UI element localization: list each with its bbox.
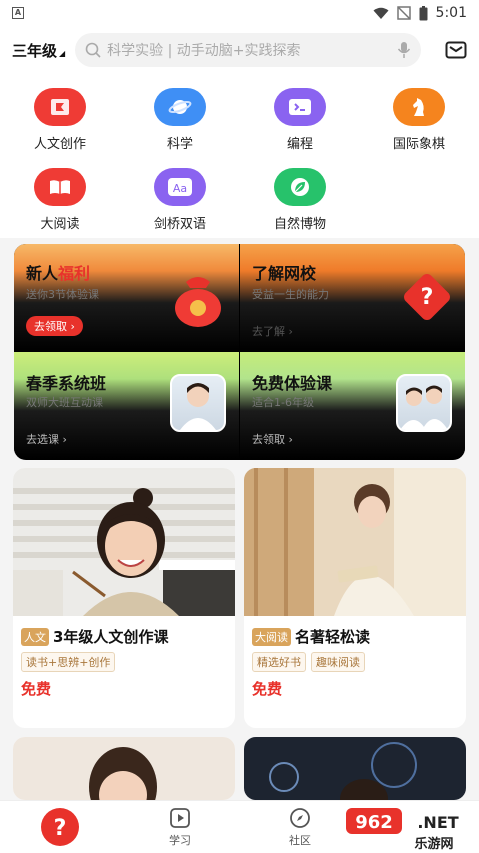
promo-new-user-welfare[interactable]: 新人福利 送你3节体验课 去领取 ›: [14, 244, 239, 351]
category-cambridge-bilingual[interactable]: Aa 剑桥双语: [130, 168, 230, 232]
play-video-icon: [170, 808, 190, 828]
watermark-logo: 962 .NET 乐游网: [340, 802, 479, 853]
code-icon: [274, 88, 326, 126]
status-time: 5:01: [435, 5, 467, 21]
category-programming[interactable]: 编程: [250, 88, 350, 152]
category-label: 自然博物: [273, 217, 326, 232]
chess-knight-icon: [393, 88, 445, 126]
course-chips: 读书+思辨+创作: [21, 652, 116, 672]
category-humanities[interactable]: 人文创作: [10, 88, 110, 152]
promo-title: 免费体验课: [252, 374, 333, 393]
course-card-partial-left[interactable]: [13, 737, 235, 800]
category-label: 编程: [286, 137, 313, 152]
svg-text:Aa: Aa: [173, 182, 187, 195]
course-tag: 人文: [21, 627, 49, 646]
course-chip: 趣味阅读: [311, 652, 365, 672]
course-image-science-partial: [244, 737, 466, 800]
nav-label: 学习: [169, 834, 191, 847]
course-image-girl-reading: [244, 468, 466, 616]
open-book-icon: [34, 168, 86, 206]
svg-text:?: ?: [421, 285, 434, 310]
aa-letters-icon: Aa: [154, 168, 206, 206]
search-bar[interactable]: 科学实验 | 动手动脑+实践探索: [75, 33, 422, 67]
promo-spring-system-class[interactable]: 春季系统班 双师大班互动课 去选课 ›: [14, 352, 239, 459]
promo-banners: 新人福利 送你3节体验课 去领取 › 了解网校 受益一生的能力 去了解 › ? …: [14, 244, 465, 460]
course-card-partial-right[interactable]: [244, 737, 466, 800]
category-grid: 人文创作 科学 编程 国际象棋 大阅读 Aa 剑桥双语 自然博物: [0, 74, 479, 238]
svg-text:?: ?: [54, 816, 67, 841]
claim-link[interactable]: 去领取 ›: [252, 431, 293, 447]
course-name: 名著轻松读: [295, 628, 371, 646]
course-image-girl-smiling: [13, 468, 235, 616]
home-question-icon: ?: [41, 808, 79, 846]
category-nature-museum[interactable]: 自然博物: [250, 168, 350, 232]
course-price: 免费: [252, 680, 283, 698]
nav-label: 社区: [289, 834, 311, 847]
course-price: 免费: [21, 680, 52, 698]
grade-label: 三年级: [12, 41, 58, 60]
promo-free-trial[interactable]: 免费体验课 适合1-6年级 去领取 ›: [240, 352, 465, 459]
leaf-icon: [274, 168, 326, 206]
question-diamond-icon: ?: [404, 274, 450, 320]
course-title-row: 人文 3年级人文创作课: [21, 626, 168, 647]
course-card-humanities[interactable]: 人文 3年级人文创作课 读书+思辨+创作 免费: [13, 468, 235, 728]
message-icon[interactable]: [445, 41, 467, 59]
microphone-icon[interactable]: [397, 41, 411, 59]
svg-text:962: 962: [355, 812, 393, 833]
category-label: 科学: [166, 137, 193, 152]
course-chip: 读书+思辨+创作: [21, 652, 116, 672]
course-title-row: 大阅读 名著轻松读: [252, 626, 370, 647]
student-photo: [170, 374, 226, 432]
battery-icon: [419, 5, 428, 20]
course-image-girl-partial: [13, 737, 235, 800]
nav-home[interactable]: ?: [30, 807, 90, 850]
students-photo: [396, 374, 452, 432]
course-tag: 大阅读: [252, 627, 291, 646]
wifi-icon: [373, 7, 389, 19]
no-signal-icon: [396, 6, 411, 20]
category-label: 国际象棋: [392, 137, 445, 152]
course-card-classics-reading[interactable]: 大阅读 名著轻松读 精选好书 趣味阅读 免费: [244, 468, 466, 728]
category-reading[interactable]: 大阅读: [10, 168, 110, 232]
dropdown-triangle-icon: ◢: [59, 48, 66, 58]
notification-a-icon: A: [12, 7, 24, 19]
search-placeholder: 科学实验 | 动手动脑+实践探索: [107, 43, 301, 59]
promo-title: 了解网校: [252, 264, 317, 283]
category-chess[interactable]: 国际象棋: [369, 88, 469, 152]
category-label: 人文创作: [33, 137, 86, 152]
compass-icon: [290, 808, 310, 828]
top-bar: 三年级 ◢ 科学实验 | 动手动脑+实践探索: [0, 26, 479, 74]
red-gift-bag-icon: [175, 277, 221, 327]
course-name: 3年级人文创作课: [53, 628, 169, 646]
svg-text:.NET: .NET: [417, 813, 458, 832]
nav-community[interactable]: 社区: [270, 807, 330, 848]
promo-title: 新人福利: [26, 264, 91, 283]
course-chips: 精选好书 趣味阅读: [252, 652, 365, 672]
select-course-link[interactable]: 去选课 ›: [26, 431, 67, 447]
promo-subtitle: 送你3节体验课: [26, 288, 99, 301]
course-chip: 精选好书: [252, 652, 306, 672]
svg-text:乐游网: 乐游网: [414, 836, 453, 852]
grade-selector[interactable]: 三年级 ◢: [12, 40, 65, 61]
promo-title: 春季系统班: [26, 374, 107, 393]
planet-icon: [154, 88, 206, 126]
category-science[interactable]: 科学: [130, 88, 230, 152]
search-icon: [85, 42, 101, 58]
status-bar: A 5:01: [0, 0, 479, 26]
promo-subtitle: 受益一生的能力: [252, 288, 329, 301]
category-label: 剑桥双语: [153, 217, 206, 232]
promo-subtitle: 双师大班互动课: [26, 396, 103, 409]
flag-book-icon: [34, 88, 86, 126]
nav-study[interactable]: 学习: [150, 807, 210, 848]
category-label: 大阅读: [40, 217, 80, 232]
promo-subtitle: 适合1-6年级: [252, 396, 314, 409]
promo-learn-about-school[interactable]: 了解网校 受益一生的能力 去了解 › ?: [240, 244, 465, 351]
learn-more-link[interactable]: 去了解 ›: [252, 323, 293, 339]
claim-button[interactable]: 去领取 ›: [26, 316, 83, 336]
